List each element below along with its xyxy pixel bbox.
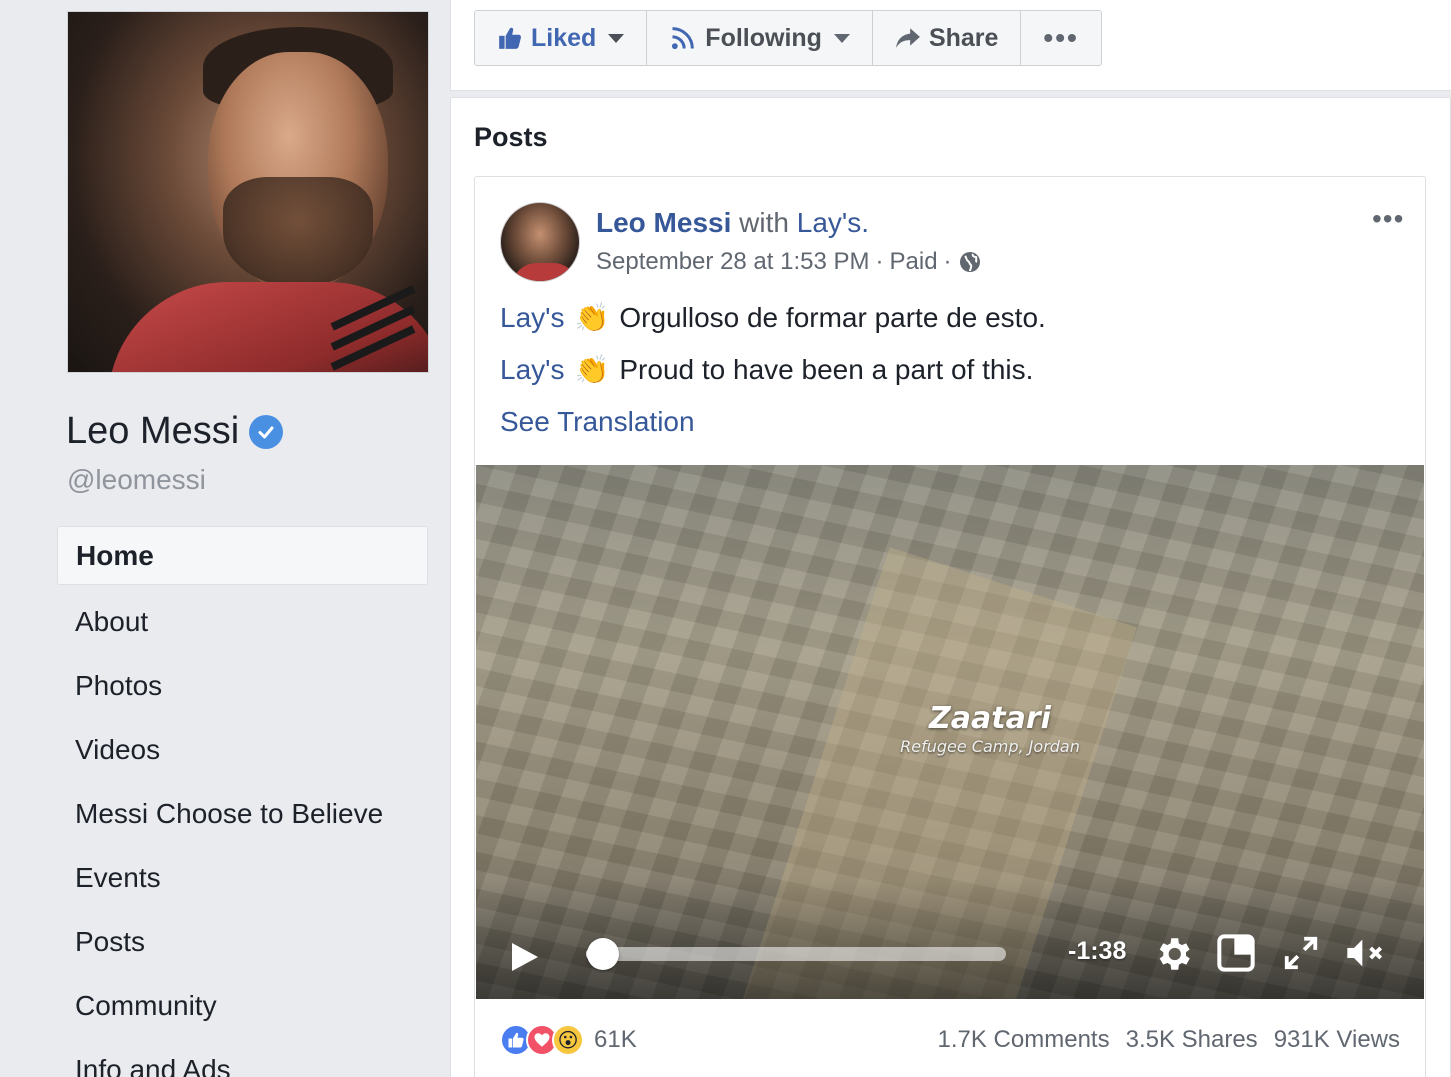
- mute-icon[interactable]: [1342, 933, 1386, 973]
- chevron-down-icon: [833, 33, 850, 43]
- nav-item-info-and-ads[interactable]: Info and Ads: [57, 1038, 428, 1077]
- nav-item-photos[interactable]: Photos: [57, 654, 428, 718]
- share-arrow-icon: [896, 28, 920, 48]
- see-translation-link[interactable]: See Translation: [500, 406, 695, 438]
- nav-item-home[interactable]: Home: [57, 526, 428, 585]
- meta-separator: ·: [875, 248, 884, 275]
- chevron-down-icon: [608, 33, 625, 43]
- post-video[interactable]: Zaatari Refugee Camp, Jordan -1:38: [476, 465, 1424, 999]
- video-scrubber-handle[interactable]: [586, 938, 619, 970]
- posts-heading: Posts: [474, 122, 548, 152]
- nav-item-events[interactable]: Events: [57, 846, 428, 910]
- post-author-link[interactable]: Leo Messi: [596, 207, 731, 238]
- post-stats: 1.7K Comments 3.5K Shares 931K Views: [938, 1026, 1400, 1054]
- nav-item-messi-choose-to-believe[interactable]: Messi Choose to Believe: [57, 782, 428, 846]
- following-label: Following: [705, 23, 822, 52]
- post-author-avatar[interactable]: [500, 202, 580, 282]
- post-with-text: with: [739, 207, 789, 238]
- globe-icon[interactable]: [958, 250, 982, 274]
- video-time-remaining: -1:38: [1068, 937, 1127, 965]
- comments-count-link[interactable]: 1.7K Comments: [938, 1026, 1110, 1054]
- play-icon[interactable]: [510, 941, 540, 973]
- page-handle[interactable]: @leomessi: [67, 464, 206, 496]
- share-label: Share: [928, 23, 999, 52]
- page-name-text: Leo Messi: [66, 410, 240, 452]
- post-tag-link[interactable]: Lay's: [500, 302, 565, 334]
- post-options-button[interactable]: •••: [1372, 203, 1404, 235]
- liked-button[interactable]: Liked: [475, 11, 648, 65]
- fullscreen-icon[interactable]: [1282, 933, 1320, 973]
- post-meta: September 28 at 1:53 PM · Paid ·: [596, 248, 982, 276]
- reaction-count[interactable]: 61K: [594, 1026, 637, 1054]
- verified-badge-icon: [249, 414, 284, 449]
- views-count: 931K Views: [1273, 1026, 1400, 1053]
- post-text-line-spanish: Lay's 👏 Orgulloso de formar parte de est…: [500, 302, 1046, 334]
- liked-label: Liked: [531, 23, 597, 52]
- picture-in-picture-icon[interactable]: [1216, 933, 1256, 973]
- page-nav: Home About Photos Videos Messi Choose to…: [57, 526, 428, 1077]
- post-tag-link[interactable]: Lay's: [500, 354, 565, 386]
- post-tagged-page-link[interactable]: Lay's.: [797, 207, 869, 238]
- profile-picture[interactable]: [67, 11, 429, 373]
- clapping-hands-icon: 👏: [574, 354, 610, 385]
- nav-item-about[interactable]: About: [57, 590, 428, 654]
- nav-item-community[interactable]: Community: [57, 974, 428, 1038]
- paid-label: Paid: [889, 248, 938, 275]
- gear-icon[interactable]: [1152, 933, 1194, 975]
- wow-reaction-icon: 😮: [552, 1024, 584, 1056]
- thumbs-up-icon: [499, 27, 521, 49]
- post-header: Leo Messi with Lay's.: [596, 207, 869, 239]
- shares-count-link[interactable]: 3.5K Shares: [1126, 1026, 1258, 1054]
- nav-item-posts[interactable]: Posts: [57, 910, 428, 974]
- post-timestamp[interactable]: September 28 at 1:53 PM: [596, 248, 870, 276]
- page-title[interactable]: Leo Messi: [66, 410, 284, 453]
- post-text-line-english: Lay's 👏 Proud to have been a part of thi…: [500, 354, 1033, 386]
- nav-item-videos[interactable]: Videos: [57, 718, 428, 782]
- post-text: Proud to have been a part of this.: [619, 354, 1034, 385]
- avatar-shirt: [511, 263, 579, 281]
- video-progress-bar[interactable]: [586, 938, 1006, 970]
- page-action-bar: Liked Following Share •••: [474, 10, 1102, 66]
- video-overlay-title: Zaatari: [929, 701, 1051, 736]
- following-button[interactable]: Following: [647, 11, 873, 65]
- rss-feed-icon: [672, 27, 695, 50]
- more-options-button[interactable]: •••: [1021, 11, 1100, 65]
- share-button[interactable]: Share: [873, 11, 1022, 65]
- clapping-hands-icon: 👏: [574, 302, 610, 333]
- post-reactions[interactable]: 😮 61K: [500, 1024, 637, 1056]
- profile-beard: [223, 177, 373, 287]
- video-overlay-subtitle: Refugee Camp, Jordan: [900, 737, 1080, 756]
- meta-separator: ·: [943, 248, 952, 275]
- post-text: Orgulloso de formar parte de esto.: [619, 302, 1046, 333]
